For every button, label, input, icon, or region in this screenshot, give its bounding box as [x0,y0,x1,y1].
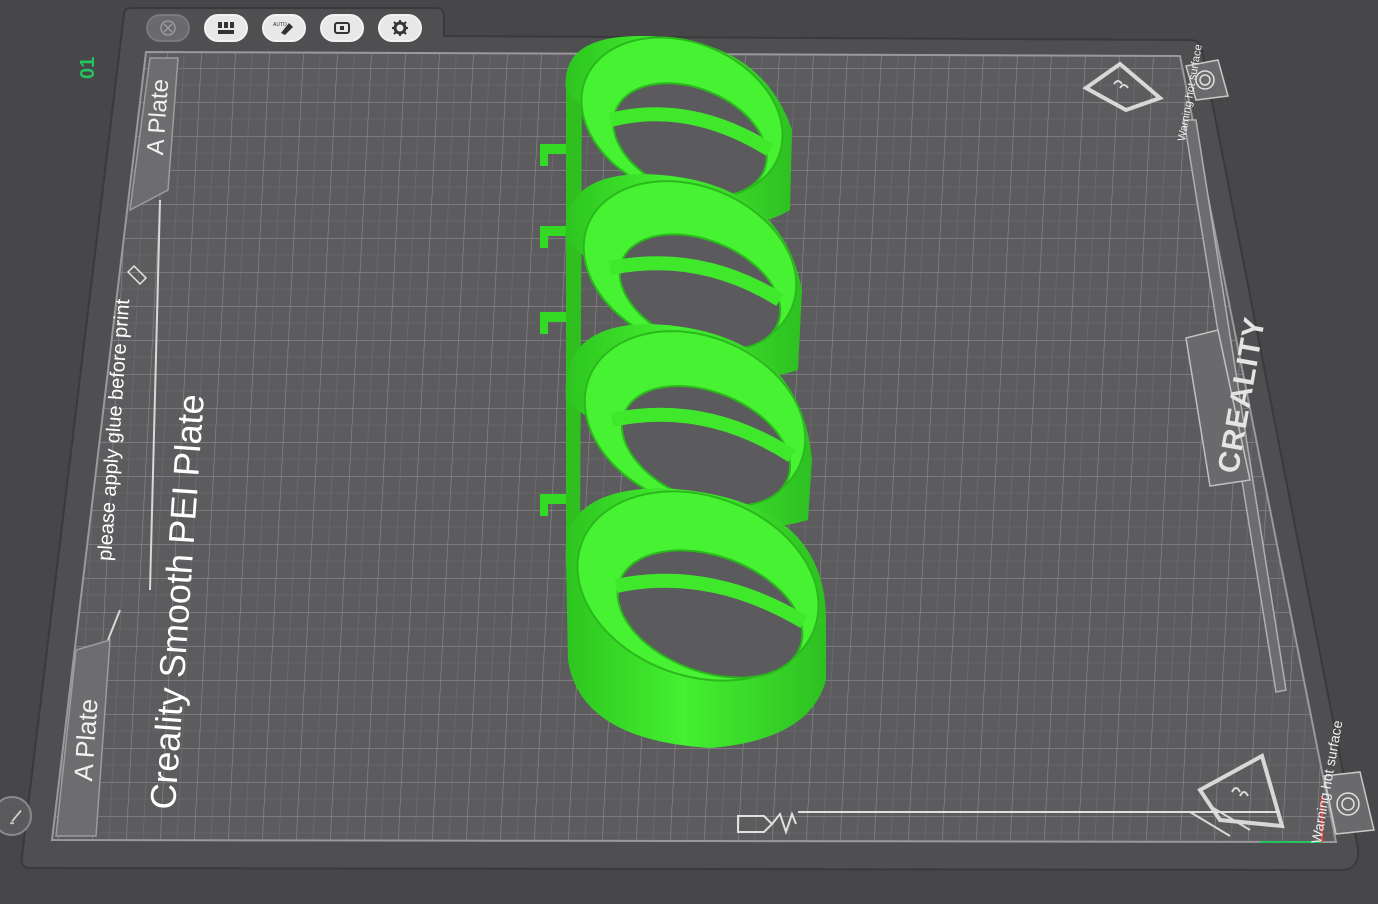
close-icon [160,20,176,36]
svg-text:AUTO: AUTO [273,22,287,28]
auto-orient-icon: AUTO [273,22,293,35]
arrange-button[interactable] [204,14,248,42]
plate-toolbar: AUTO [140,10,446,46]
plate-side-label-bottom: A Plate [68,697,104,783]
lock-plate-button[interactable] [320,14,364,42]
plate-index[interactable]: 01 [77,49,101,79]
arrange-icon [218,22,234,34]
3d-viewport[interactable]: AUTO 01 A Plate please apply glue before… [0,0,1378,904]
close-plate-button[interactable] [146,14,190,42]
auto-orient-button[interactable]: AUTO [262,14,306,42]
gear-icon [392,20,408,36]
plate-side-label-top: A Plate [142,78,175,156]
lock-icon [334,22,350,34]
side-tool-button[interactable] [0,796,32,836]
plate-settings-button[interactable] [378,14,422,42]
edit-icon [10,810,22,825]
